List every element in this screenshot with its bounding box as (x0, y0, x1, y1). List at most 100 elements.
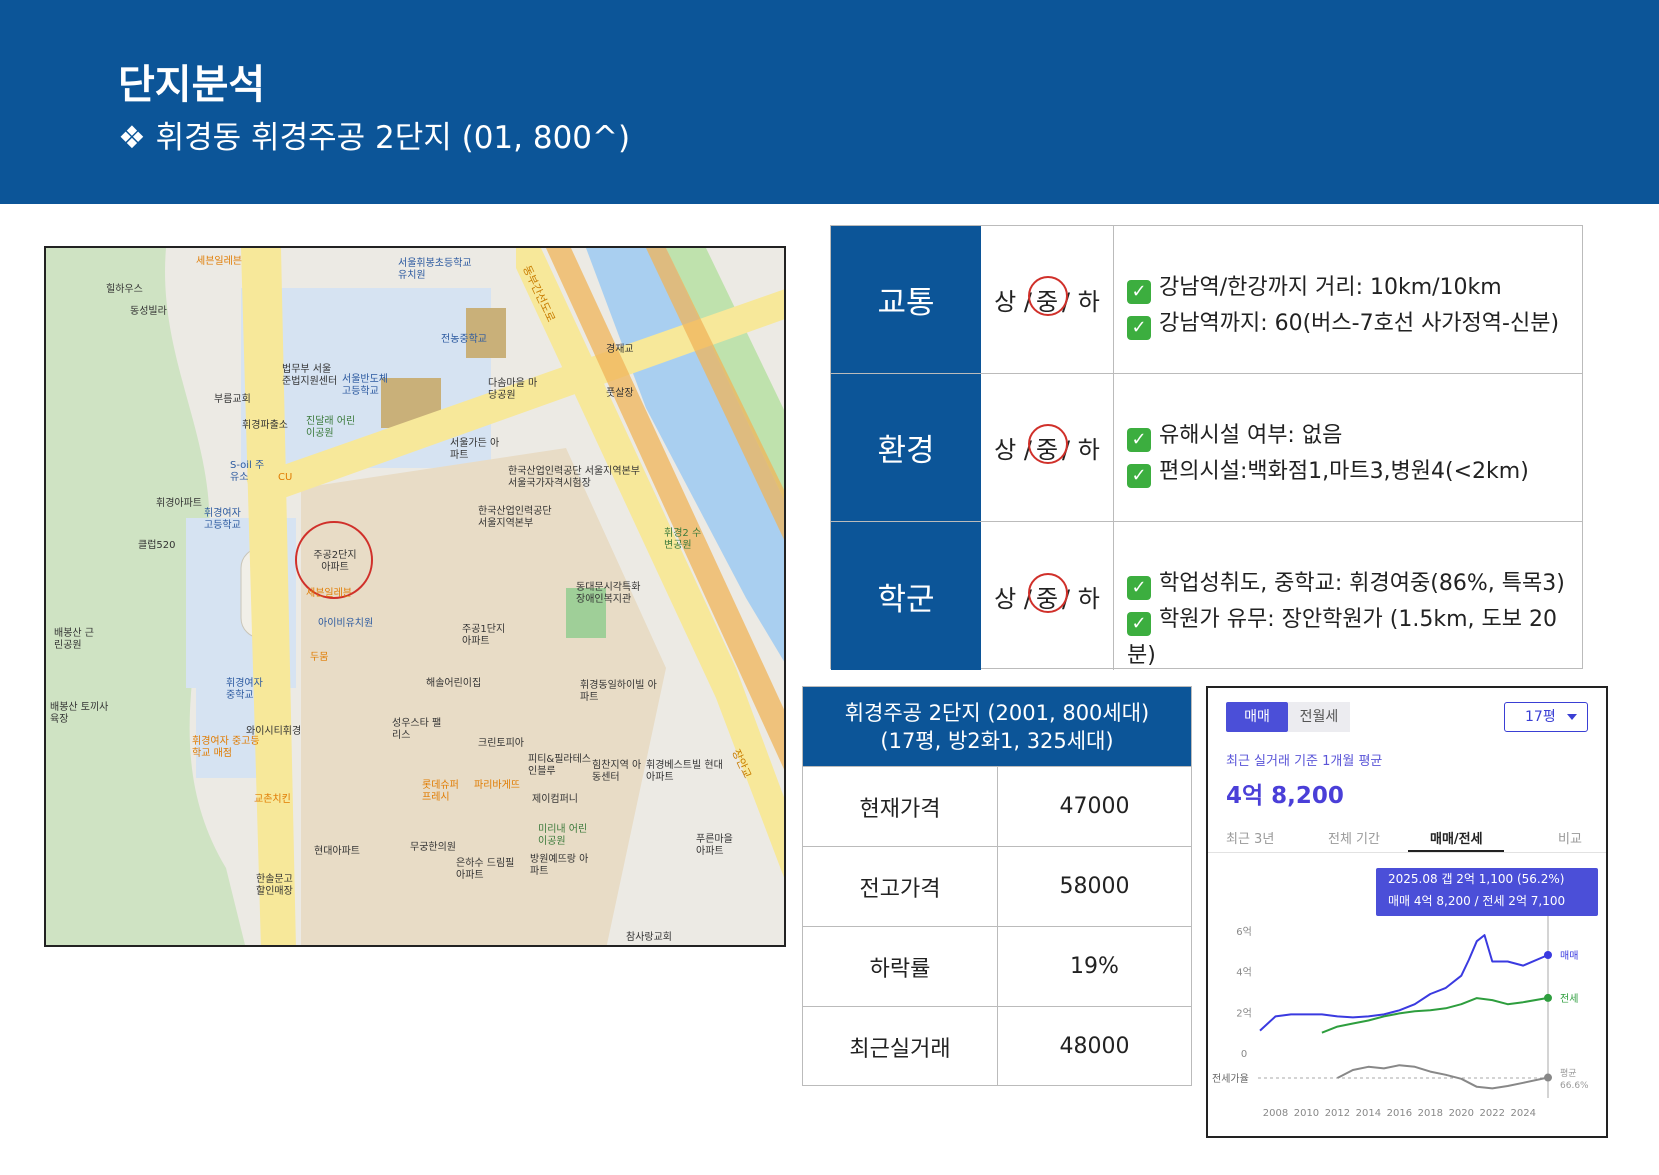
map-label: 푸른마을 아파트 (696, 834, 733, 857)
map-label: 휘경파출소 (242, 420, 288, 431)
map-label: 휘경여자 중고등학교 매점 (192, 736, 260, 759)
map-label: 세븐일레븐 (196, 256, 242, 267)
header-banner: 단지분석 ❖ 휘경동 휘경주공 2단지 (01, 800^) (0, 0, 1659, 204)
map-label: 참사랑교회 (626, 932, 672, 943)
map-label: 제이컴퍼니 (532, 794, 578, 805)
map-label: 배봉산 토끼사육장 (50, 702, 109, 725)
y-tick-label: 0 (1241, 1049, 1247, 1060)
criteria-rating: 상 / 중 / 하 (981, 226, 1114, 373)
map-label: 클럽520 (138, 540, 176, 551)
rating-mid-circled: 중 (1027, 424, 1069, 465)
ratio-axis-label: 전세가율 (1212, 1073, 1249, 1085)
price-label: 하락률 (803, 927, 998, 1006)
check-icon: ✓ (1127, 280, 1151, 304)
price-row: 전고가격 58000 (803, 846, 1191, 926)
map-label: 동성빌라 (130, 306, 167, 317)
map-label: 부름교회 (214, 394, 251, 405)
map-label: 은하수 드림필아파트 (456, 858, 515, 881)
criteria-category: 학군 (831, 522, 981, 670)
x-tick-label: 2008 (1263, 1108, 1288, 1119)
rating-mid-circled: 중 (1027, 572, 1069, 614)
map-label: 방원예뜨랑 아파트 (530, 854, 589, 877)
map-label: 풋살장 (606, 388, 634, 399)
price-row: 현재가격 47000 (803, 766, 1191, 846)
criteria-detail: 학원가 유무: 장안학원가 (1.5km, 도보 20분) (1127, 607, 1557, 668)
unit-info: (17평, 방2화1, 325세대) (880, 729, 1114, 753)
rating-low: / 하 (1062, 288, 1100, 316)
criteria-details: ✓ 학업성취도, 중학교: 휘경여중(86%, 특목3) ✓ 학원가 유무: 장안학… (1127, 566, 1582, 674)
y-tick-label: 6억 (1236, 926, 1252, 938)
page-title: 단지분석 (118, 62, 266, 108)
map-label: 법무부 서울 준법지원센터 (282, 364, 338, 387)
rating-mid-circled: 중 (1027, 276, 1069, 317)
map-label: 휘경2 수변공원 (664, 528, 702, 551)
series-jeonse-line (1321, 996, 1549, 1034)
criteria-details: ✓ 강남역/한강까지 거리: 10km/10km ✓ 강남역까지: 60(버스-7호… (1127, 270, 1559, 342)
map-label: 동대문시각특화 장애인복지관 (576, 582, 641, 605)
map-label: 파리바게뜨 (474, 780, 520, 791)
price-row: 최근실거래 48000 (803, 1006, 1191, 1086)
map-label: 해솔어린이집 (426, 678, 482, 689)
series-ratio-line-endpoint (1544, 1073, 1552, 1082)
tooltip-gap: 2025.08 갭 2억 1,100 (56.2%) (1388, 872, 1565, 886)
map-label: 진달래 어린이공원 (306, 416, 356, 439)
series-label-jeonse: 전세 (1560, 993, 1578, 1005)
map-label: 교촌치킨 (254, 794, 291, 805)
map-label: 휘경동일하이빌 아파트 (580, 680, 657, 703)
check-icon: ✓ (1127, 576, 1151, 600)
map-label: 크린토피아 (478, 738, 524, 749)
map-label: 서울가든 아파트 (450, 438, 500, 461)
map-label: 서울반도체 고등학교 (342, 374, 388, 397)
map-label: S-oil 주유소 (230, 460, 265, 483)
price-value: 47000 (1059, 794, 1130, 819)
map-label: 경재교 (606, 344, 634, 355)
complex-name: 휘경주공 2단지 (2001, 800세대) (844, 701, 1150, 725)
criteria-detail: 강남역/한강까지 거리: 10km/10km (1159, 275, 1502, 300)
map-label: 전농중학교 (441, 334, 487, 345)
map-label: 다솜마을 마당공원 (488, 378, 538, 401)
x-tick-label: 2020 (1449, 1108, 1474, 1119)
map-label: 아이비유치원 (318, 618, 374, 629)
x-tick-label: 2014 (1356, 1108, 1381, 1119)
check-icon: ✓ (1127, 316, 1151, 340)
criteria-row-transport: 교통 상 / 중 / 하 ✓ 강남역/한강까지 거리: 10km/10km ✓ 강남… (831, 226, 1582, 374)
map-label: 한솔문고 할인매장 (256, 874, 293, 897)
y-tick-label: 4억 (1236, 967, 1252, 979)
map-label-target: 주공2단지 아파트 (313, 550, 357, 573)
check-icon: ✓ (1127, 612, 1151, 636)
map-label: 힐하우스 (106, 284, 143, 295)
criteria-detail: 강남역까지: 60(버스-7호선 사가정역-신분) (1159, 311, 1560, 336)
map-label: 미리내 어린이공원 (538, 824, 588, 847)
price-label: 전고가격 (803, 847, 998, 926)
criteria-detail: 유해시설 여부: 없음 (1159, 423, 1343, 448)
map-label: CU (278, 472, 293, 483)
location-map[interactable]: 세븐일레븐 서울휘봉초등학교 유치원 힐하우스 동성빌라 전농중학교 법무부 서… (44, 246, 786, 947)
x-tick-label: 2010 (1294, 1108, 1319, 1119)
price-row: 하락률 19% (803, 926, 1191, 1006)
criteria-detail: 편의시설:백화점1,마트3,병원4(<2km) (1159, 459, 1529, 484)
series-sale-line-endpoint (1544, 950, 1552, 959)
map-label: 무궁한의원 (410, 842, 456, 853)
map-label: 현대아파트 (314, 846, 360, 857)
criteria-rating: 상 / 중 / 하 (981, 522, 1114, 670)
rating-high: 상 / (994, 584, 1032, 613)
criteria-table: 교통 상 / 중 / 하 ✓ 강남역/한강까지 거리: 10km/10km ✓ 강남… (830, 225, 1583, 670)
map-label: 배봉산 근린공원 (54, 628, 94, 651)
criteria-rating: 상 / 중 / 하 (981, 374, 1114, 521)
criteria-row-environment: 환경 상 / 중 / 하 ✓ 유해시설 여부: 없음 ✓ 편의시설:백화점1,마트3… (831, 374, 1582, 522)
map-label: 한국산업인력공단 서울지역본부 (478, 506, 552, 529)
criteria-category: 환경 (831, 374, 981, 521)
ratio-end-label: 평균 (1560, 1068, 1577, 1079)
map-label: 롯데슈퍼 프레시 (422, 780, 459, 803)
map-label: 피티&필라테스 인블루 (528, 754, 591, 777)
criteria-detail: 학업성취도, 중학교: 휘경여중(86%, 특목3) (1159, 571, 1565, 596)
series-label-sale: 매매 (1560, 950, 1578, 962)
tooltip-prices: 매매 4억 8,200 / 전세 2억 7,100 (1388, 894, 1566, 908)
price-table-header: 휘경주공 2단지 (2001, 800세대) (17평, 방2화1, 325세대… (803, 687, 1191, 766)
price-value: 19% (1070, 954, 1119, 979)
map-label: 휘경여자 중학교 (226, 678, 263, 701)
map-label: 휘경여자 고등학교 (204, 508, 241, 531)
map-label: 힘찬지역 아동센터 (592, 760, 642, 783)
map-label: 주공1단지 아파트 (462, 624, 506, 647)
map-label: 휘경아파트 (156, 498, 202, 509)
